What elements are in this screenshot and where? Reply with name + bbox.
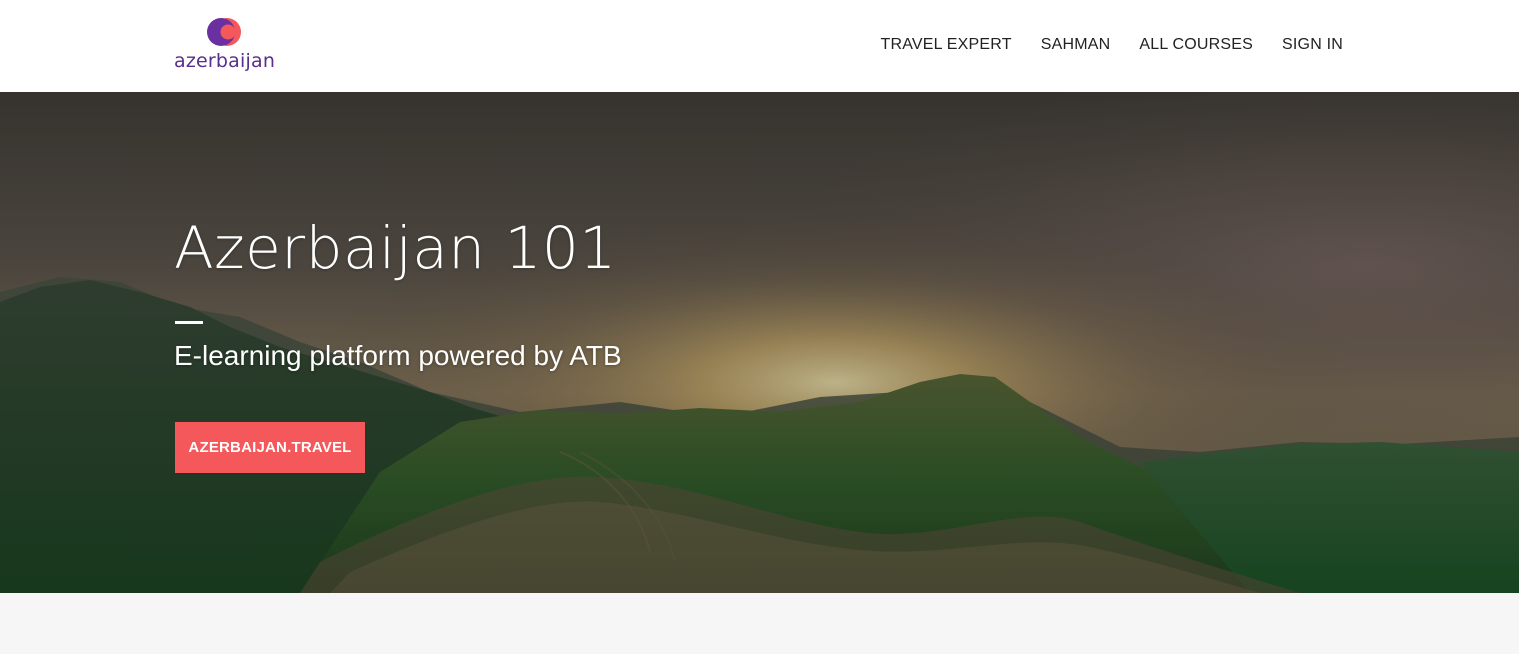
content-section [0, 593, 1519, 654]
site-header: azerbaijan TRAVEL EXPERT SAHMAN ALL COUR… [0, 0, 1519, 92]
brand-logo-text: azerbaijan [174, 50, 276, 72]
nav-link-sign-in[interactable]: SIGN IN [1282, 36, 1343, 54]
nav-link-sahman[interactable]: SAHMAN [1041, 36, 1111, 54]
brand-logo[interactable]: azerbaijan [174, 14, 284, 76]
hero-divider [175, 321, 203, 324]
hero-banner: Azerbaijan 101 E-learning platform power… [0, 92, 1519, 593]
main-nav: TRAVEL EXPERT SAHMAN ALL COURSES SIGN IN [880, 36, 1343, 54]
azerbaijan-travel-button[interactable]: AZERBAIJAN.TRAVEL [175, 422, 365, 473]
brand-logo-icon [207, 18, 241, 46]
nav-link-travel-expert[interactable]: TRAVEL EXPERT [880, 36, 1011, 54]
nav-link-all-courses[interactable]: ALL COURSES [1139, 36, 1253, 54]
hero-subtitle: E-learning platform powered by ATB [174, 340, 622, 371]
hero-title: Azerbaijan 101 [174, 214, 617, 282]
